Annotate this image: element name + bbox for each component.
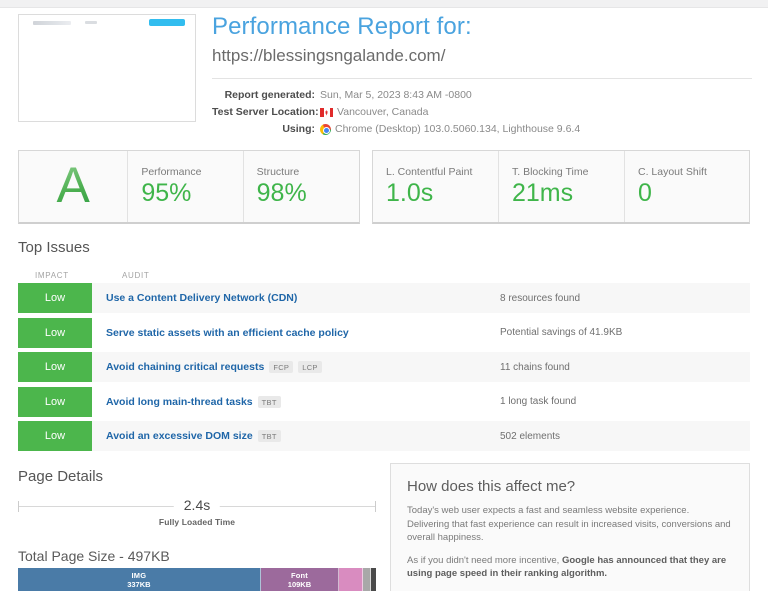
- top-issues-heading: Top Issues: [18, 239, 90, 256]
- table-row[interactable]: Low Avoid an excessive DOM size TBT 502 …: [18, 421, 750, 452]
- audit-result-value: Potential savings of 41.9KB: [500, 327, 623, 339]
- score-label: Performance: [141, 166, 202, 178]
- meta-value-wrap: Chrome (Desktop) 103.0.5060.134, Lightho…: [320, 121, 580, 138]
- metric-tag-lcp: LCP: [298, 361, 322, 374]
- metric-value: 1.0s: [386, 179, 434, 207]
- size-segment-value: 337KB: [127, 580, 151, 589]
- timeline-start-cap: [18, 501, 19, 512]
- thumbnail-nav: [85, 21, 97, 24]
- audit-result-value: 8 resources found: [500, 292, 581, 304]
- page-screenshot-thumbnail[interactable]: [18, 14, 196, 122]
- web-vitals-card: L. Contentful Paint 1.0s T. Blocking Tim…: [372, 150, 750, 224]
- browser-chrome-strip: [0, 0, 768, 8]
- page-size-breakdown-chart: IMG 337KB Font 109KB: [18, 568, 376, 591]
- impact-badge: Low: [18, 386, 92, 417]
- impact-badge: Low: [18, 421, 92, 452]
- chrome-icon: [320, 124, 331, 135]
- thumbnail-cta-button: [149, 19, 185, 26]
- page-details-heading: Page Details: [18, 468, 104, 485]
- meta-label: Report generated:: [224, 89, 315, 101]
- meta-value-wrap: Vancouver, Canada: [320, 104, 428, 121]
- header-divider: [212, 78, 752, 79]
- metric-cell-largest-contentful-paint[interactable]: L. Contentful Paint 1.0s: [373, 151, 499, 222]
- meta-value-test-server-location: Vancouver, Canada: [337, 106, 429, 118]
- table-row[interactable]: Low Serve static assets with an efficien…: [18, 317, 750, 348]
- audit-link[interactable]: Avoid long main-thread tasks: [106, 396, 253, 408]
- size-segment-value: 109KB: [287, 580, 312, 589]
- fully-loaded-time-value: 2.4s: [173, 497, 221, 513]
- column-header-audit: AUDIT: [122, 270, 150, 280]
- metric-label: T. Blocking Time: [512, 166, 589, 178]
- impact-badge: Low: [18, 352, 92, 383]
- thumbnail-site-header: [19, 15, 195, 31]
- table-row[interactable]: Low Use a Content Delivery Network (CDN)…: [18, 283, 750, 313]
- header-text-group: Performance Report for: https://blessing…: [212, 12, 752, 138]
- table-header-row: IMPACT AUDIT: [18, 264, 750, 283]
- score-value: 95%: [141, 179, 192, 207]
- audit-result-value: 502 elements: [500, 430, 561, 442]
- metric-cell-total-blocking-time[interactable]: T. Blocking Time 21ms: [499, 151, 625, 222]
- metric-cell-cumulative-layout-shift[interactable]: C. Layout Shift 0: [625, 151, 745, 222]
- size-segment-css[interactable]: [339, 568, 363, 591]
- fully-loaded-timeline: 2.4s Fully Loaded Time: [18, 497, 376, 527]
- table-row[interactable]: Low Avoid long main-thread tasks TBT 1 l…: [18, 386, 750, 417]
- audit-link[interactable]: Avoid an excessive DOM size: [106, 430, 253, 442]
- size-segment-js[interactable]: [363, 568, 371, 591]
- panel-paragraph-1: Today's web user expects a fast and seam…: [407, 505, 731, 543]
- metric-tag-fcp: FCP: [269, 361, 294, 374]
- how-does-this-affect-me-panel: How does this affect me? Today's web use…: [390, 463, 750, 591]
- audit-result-value: 11 chains found: [500, 361, 570, 373]
- score-value: 98%: [256, 179, 307, 207]
- impact-badge: Low: [18, 283, 92, 313]
- size-segment-name: Font: [290, 571, 308, 580]
- overall-grade: A: [56, 156, 90, 213]
- report-page: Performance Report for: https://blessing…: [0, 0, 768, 591]
- panel-heading: How does this affect me?: [407, 478, 576, 495]
- canada-flag-icon: [320, 108, 333, 117]
- metric-label: L. Contentful Paint: [386, 166, 473, 178]
- total-page-size-heading: Total Page Size - 497KB: [18, 548, 170, 564]
- meta-value-using: Chrome (Desktop) 103.0.5060.134, Lightho…: [335, 123, 581, 135]
- meta-row-report-generated: Report generated: Sun, Mar 5, 2023 8:43 …: [212, 87, 752, 104]
- metric-label: C. Layout Shift: [638, 166, 707, 178]
- grade-scores-card: A Performance 95% Structure 98%: [18, 150, 360, 224]
- audit-link[interactable]: Serve static assets with an efficient ca…: [106, 327, 349, 339]
- panel-paragraph-2: As if you didn't need more incentive, Go…: [407, 554, 733, 581]
- fully-loaded-time-label: Fully Loaded Time: [158, 517, 236, 527]
- report-metadata: Report generated: Sun, Mar 5, 2023 8:43 …: [212, 87, 752, 138]
- timeline-end-cap: [375, 501, 376, 512]
- meta-label: Test Server Location:: [212, 106, 319, 118]
- overall-grade-cell: A: [19, 151, 129, 222]
- audit-link[interactable]: Avoid chaining critical requests: [106, 361, 264, 373]
- metric-value: 21ms: [512, 179, 574, 207]
- column-header-impact: IMPACT: [35, 270, 69, 280]
- meta-value-report-generated: Sun, Mar 5, 2023 8:43 AM -0800: [320, 89, 472, 101]
- metric-tag-tbt: TBT: [257, 430, 281, 443]
- size-segment-font[interactable]: Font 109KB: [260, 568, 340, 591]
- metric-tag-tbt: TBT: [257, 395, 281, 408]
- meta-row-using: Using: Chrome (Desktop) 103.0.5060.134, …: [212, 121, 752, 138]
- score-cell-structure[interactable]: Structure 98%: [244, 151, 359, 222]
- thumbnail-logo: [33, 21, 71, 25]
- size-segment-img[interactable]: IMG 337KB: [18, 568, 261, 591]
- table-row[interactable]: Low Avoid chaining critical requests FCP…: [18, 352, 750, 383]
- report-url[interactable]: https://blessingsngalande.com/: [212, 43, 752, 69]
- page-title: Performance Report for:: [212, 13, 472, 40]
- size-segment-name: IMG: [131, 571, 147, 580]
- metric-value: 0: [638, 179, 652, 207]
- panel-paragraph-2-lead: As if you didn't need more incentive,: [407, 554, 562, 566]
- audit-link[interactable]: Use a Content Delivery Network (CDN): [106, 292, 297, 304]
- meta-row-test-server-location: Test Server Location: Vancouver, Canada: [212, 104, 752, 121]
- impact-badge: Low: [18, 317, 92, 348]
- score-label: Structure: [256, 166, 300, 178]
- score-cell-performance[interactable]: Performance 95%: [128, 151, 244, 222]
- audit-result-value: 1 long task found: [500, 396, 577, 408]
- size-segment-html[interactable]: [370, 568, 376, 591]
- top-issues-table: IMPACT AUDIT Low Use a Content Delivery …: [18, 264, 750, 456]
- meta-label: Using:: [282, 123, 315, 135]
